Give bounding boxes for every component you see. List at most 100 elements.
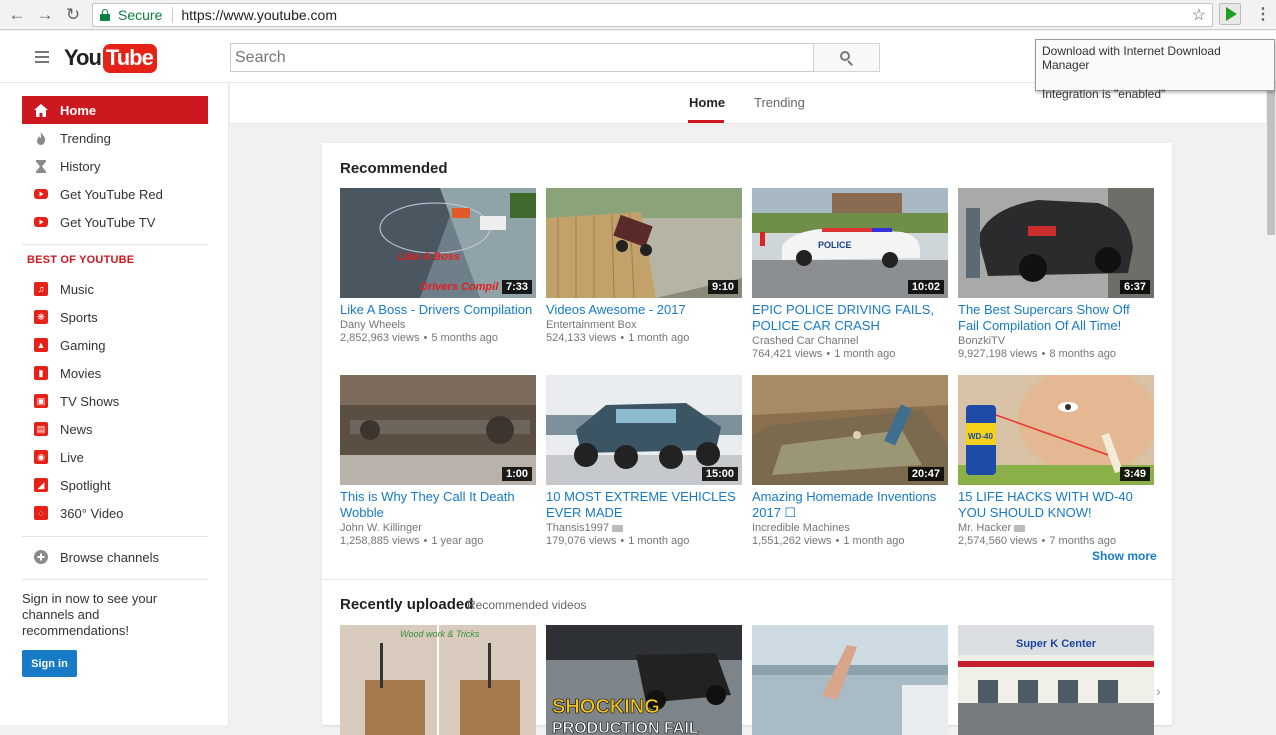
- section-title-recommended: Recommended: [340, 160, 448, 177]
- svg-text:SHOCKING: SHOCKING: [552, 696, 660, 718]
- video-title[interactable]: EPIC POLICE DRIVING FAILS, POLICE CAR CR…: [752, 302, 948, 334]
- section-title-recently-uploaded: Recently uploaded: [340, 596, 474, 613]
- video-card[interactable]: Super K Center: [958, 625, 1154, 735]
- video-thumbnail[interactable]: 15:00: [546, 375, 742, 485]
- tab-trending[interactable]: Trending: [754, 95, 805, 110]
- video-title[interactable]: 15 LIFE HACKS WITH WD-40 YOU SHOULD KNOW…: [958, 489, 1154, 521]
- video-card[interactable]: 15:00 10 MOST EXTREME VEHICLES EVER MADE…: [546, 375, 742, 547]
- youtube-red-icon: [34, 187, 48, 201]
- video-channel[interactable]: Incredible Machines: [752, 522, 948, 534]
- url-text[interactable]: https://www.youtube.com: [181, 7, 337, 23]
- sidebar-item-live[interactable]: ◉ Live: [22, 443, 208, 471]
- sidebar-item-360-video[interactable]: ◌ 360° Video: [22, 499, 208, 527]
- plus-circle-icon: [34, 550, 48, 564]
- video-title[interactable]: Like A Boss - Drivers Compilation: [340, 302, 536, 318]
- sidebar-item-youtube-tv[interactable]: Get YouTube TV: [22, 208, 208, 236]
- browser-menu-icon[interactable]: ⋮: [1255, 4, 1271, 24]
- idm-tooltip: Download with Internet Download Manager …: [1035, 39, 1275, 101]
- video-thumbnail[interactable]: SHOCKING PRODUCTION FAIL: [546, 625, 742, 735]
- hourglass-icon: [34, 159, 48, 173]
- tab-home[interactable]: Home: [689, 95, 725, 110]
- video-channel[interactable]: Thansis1997: [546, 522, 609, 534]
- video-channel[interactable]: Entertainment Box: [546, 319, 742, 331]
- youtube-logo[interactable]: You Tube: [64, 43, 157, 73]
- svg-text:Like A Boss: Like A Boss: [398, 251, 460, 263]
- video-card[interactable]: Like A Boss Drivers Compil 7:33 Like A B…: [340, 188, 536, 344]
- sign-in-button[interactable]: Sign in: [22, 650, 77, 677]
- video-channel[interactable]: BonzkiTV: [958, 335, 1154, 347]
- video-title[interactable]: Amazing Homemade Inventions 2017 ☐: [752, 489, 948, 521]
- video-title[interactable]: This is Why They Call It Death Wobble: [340, 489, 536, 521]
- forward-arrow-icon[interactable]: →: [34, 4, 56, 26]
- section-title-best-of-youtube: BEST OF YOUTUBE: [27, 254, 135, 266]
- sidebar-item-youtube-red[interactable]: Get YouTube Red: [22, 180, 208, 208]
- svg-text:WD-40: WD-40: [968, 432, 993, 441]
- video-duration: 9:10: [707, 280, 738, 294]
- video-card[interactable]: 1:00 This is Why They Call It Death Wobb…: [340, 375, 536, 547]
- video-thumbnail[interactable]: [752, 625, 948, 735]
- chevron-right-icon[interactable]: ›: [1156, 683, 1161, 699]
- video-card[interactable]: 9:10 Videos Awesome - 2017 Entertainment…: [546, 188, 742, 344]
- video-age: 1 month ago: [628, 332, 690, 344]
- idm-tooltip-line1: Download with Internet Download Manager: [1042, 44, 1221, 72]
- video-channel[interactable]: Mr. Hacker: [958, 522, 1011, 534]
- search-input[interactable]: [230, 43, 814, 72]
- scrollbar-thumb[interactable]: [1267, 90, 1275, 235]
- search-button[interactable]: [813, 43, 880, 72]
- sidebar-item-home[interactable]: Home: [22, 96, 208, 124]
- reload-icon[interactable]: ↻: [62, 4, 84, 26]
- sidebar-item-sports[interactable]: ❋ Sports: [22, 303, 208, 331]
- video-channel[interactable]: Crashed Car Channel: [752, 335, 948, 347]
- sidebar-item-history[interactable]: History: [22, 152, 208, 180]
- video-card[interactable]: Wood work & Tricks: [340, 625, 536, 735]
- sidebar-item-music[interactable]: ♫ Music: [22, 275, 208, 303]
- video-views: 2,574,560 views: [958, 535, 1038, 547]
- video-title[interactable]: The Best Supercars Show Off Fail Compila…: [958, 302, 1154, 334]
- sidebar-item-tv-shows[interactable]: ▣ TV Shows: [22, 387, 208, 415]
- video-card[interactable]: [752, 625, 948, 735]
- verified-badge-icon: [612, 524, 623, 532]
- video-thumbnail[interactable]: Super K Center: [958, 625, 1154, 735]
- hamburger-menu-icon[interactable]: [35, 51, 49, 66]
- video-title[interactable]: Videos Awesome - 2017: [546, 302, 742, 318]
- video-thumbnail[interactable]: 20:47: [752, 375, 948, 485]
- play-icon: [1225, 7, 1237, 21]
- sidebar-item-gaming[interactable]: ▲ Gaming: [22, 331, 208, 359]
- video-views: 524,133 views: [546, 332, 617, 344]
- video-channel[interactable]: Dany Wheels: [340, 319, 536, 331]
- video-channel[interactable]: John W. Killinger: [340, 522, 536, 534]
- video-age: 1 month ago: [834, 348, 896, 360]
- show-more-link[interactable]: Show more: [1092, 549, 1157, 563]
- video-duration: 1:00: [501, 467, 532, 481]
- video-card[interactable]: 20:47 Amazing Homemade Inventions 2017 ☐…: [752, 375, 948, 547]
- video-thumbnail[interactable]: 1:00: [340, 375, 536, 485]
- svg-text:Drivers Compil: Drivers Compil: [420, 281, 499, 293]
- music-icon: ♫: [34, 282, 48, 296]
- sidebar-item-browse-channels[interactable]: Browse channels: [22, 543, 208, 571]
- youtube-tv-icon: [34, 215, 48, 229]
- video-thumbnail[interactable]: Like A Boss Drivers Compil 7:33: [340, 188, 536, 298]
- video-thumbnail[interactable]: POLICE 10:02: [752, 188, 948, 298]
- video-title[interactable]: 10 MOST EXTREME VEHICLES EVER MADE: [546, 489, 742, 521]
- video-card[interactable]: 6:37 The Best Supercars Show Off Fail Co…: [958, 188, 1154, 360]
- video-views: 1,551,262 views: [752, 535, 832, 547]
- bookmark-star-icon[interactable]: ☆: [1192, 5, 1206, 25]
- sidebar-item-trending[interactable]: Trending: [22, 124, 208, 152]
- address-bar[interactable]: Secure https://www.youtube.com ☆: [92, 3, 1213, 27]
- idm-extension-button[interactable]: [1219, 3, 1241, 25]
- sidebar-item-movies[interactable]: ▮ Movies: [22, 359, 208, 387]
- video-card[interactable]: POLICE 10:02 EPIC POLICE DRIVING FAILS, …: [752, 188, 948, 360]
- back-arrow-icon[interactable]: ←: [6, 4, 28, 26]
- video-thumbnail[interactable]: 6:37: [958, 188, 1154, 298]
- video-thumbnail[interactable]: 9:10: [546, 188, 742, 298]
- video-card[interactable]: SHOCKING PRODUCTION FAIL: [546, 625, 742, 735]
- video-thumbnail[interactable]: Wood work & Tricks: [340, 625, 536, 735]
- sidebar-item-spotlight[interactable]: ◢ Spotlight: [22, 471, 208, 499]
- home-icon: [34, 103, 48, 117]
- video-duration: 20:47: [907, 467, 944, 481]
- video-card[interactable]: WD-40 3:49 15 LIFE HACKS WITH WD-40 YOU …: [958, 375, 1154, 547]
- svg-text:Super K Center: Super K Center: [1016, 638, 1097, 650]
- sidebar-item-news[interactable]: ▤ News: [22, 415, 208, 443]
- video-age: 5 months ago: [431, 332, 499, 344]
- video-thumbnail[interactable]: WD-40 3:49: [958, 375, 1154, 485]
